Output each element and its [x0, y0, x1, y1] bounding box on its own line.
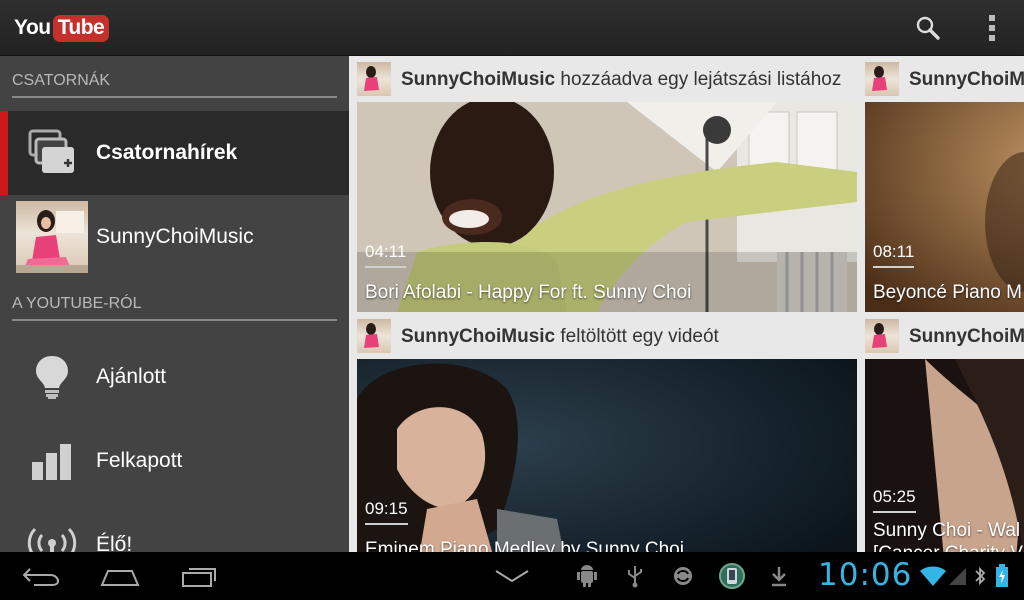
sidebar-item-recommended[interactable]: Ajánlott: [0, 335, 349, 419]
thumbnail-image: [865, 102, 1024, 312]
feed-card[interactable]: SunnyChoiMusic feltöltött egy videót 09:…: [357, 313, 857, 552]
bar-chart-icon: [16, 425, 88, 497]
video-title-line2: [Cancer Charity V: [873, 543, 1023, 552]
feed-card[interactable]: SunnyChoiMusic hozzáadva egy lejátszási …: [357, 56, 857, 312]
video-duration: 09:15: [365, 499, 408, 525]
sidebar-item-label: Felkapott: [96, 449, 183, 472]
thumbnail-image: [357, 359, 857, 552]
activity-action: feltöltött egy videót: [560, 326, 719, 347]
video-thumbnail[interactable]: 08:11 Beyoncé Piano M: [865, 102, 1024, 312]
video-thumbnail[interactable]: 04:11 Bori Afolabi - Happy For ft. Sunny…: [357, 102, 857, 312]
feed-card[interactable]: SunnyChoiMusic 05:25 Sunny Choi - Wal [C…: [865, 313, 1024, 552]
thumbnail-image: [357, 102, 857, 312]
lightbulb-icon: [16, 341, 88, 413]
activity-user[interactable]: SunnyChoiMusic: [401, 326, 555, 347]
broadcast-icon: [16, 509, 88, 552]
wifi-icon: [918, 552, 948, 600]
activity-feed: SunnyChoiMusic hozzáadva egy lejátszási …: [349, 56, 1024, 552]
logo-tube-text: Tube: [52, 14, 110, 42]
sidebar-item-trending[interactable]: Felkapott: [0, 419, 349, 503]
battery-icon: [990, 552, 1014, 600]
system-navigation-bar: 10:06: [0, 552, 1024, 600]
more-vertical-icon: [989, 15, 995, 41]
video-title: Sunny Choi - Wal: [873, 520, 1021, 541]
app-notification-icon: [716, 552, 748, 600]
recent-apps-button[interactable]: [176, 552, 224, 600]
bluetooth-icon: [970, 552, 990, 600]
action-bar: You Tube: [0, 0, 1024, 56]
home-icon: [100, 570, 140, 586]
activity-action: hozzáadva egy lejátszási listához: [560, 69, 842, 90]
video-duration: 08:11: [873, 242, 915, 268]
back-button[interactable]: [16, 552, 64, 600]
video-title: Bori Afolabi - Happy For ft. Sunny Choi: [365, 282, 692, 303]
user-avatar[interactable]: [357, 62, 391, 96]
card-header: SunnyChoiMusic: [865, 56, 1024, 100]
signal-icon: [946, 552, 968, 600]
activity-user[interactable]: SunnyChoiMusic: [909, 69, 1024, 90]
activity-text: SunnyChoiMusic feltöltött egy videót: [401, 326, 719, 348]
channel-feed-icon: [16, 117, 88, 189]
search-button[interactable]: [908, 8, 948, 48]
sidebar-item-sunnychoimusic[interactable]: SunnyChoiMusic: [0, 195, 349, 279]
android-debug-icon: [572, 552, 602, 600]
card-header: SunnyChoiMusic: [865, 313, 1024, 357]
section-header-channels: CSATORNÁK: [12, 72, 337, 98]
clock[interactable]: 10:06: [818, 557, 912, 593]
video-title: Beyoncé Piano M: [873, 282, 1022, 303]
feed-card[interactable]: SunnyChoiMusic 08:11 Beyoncé Piano M: [865, 56, 1024, 312]
sidebar-item-label: SunnyChoiMusic: [96, 225, 254, 248]
search-icon: [916, 16, 940, 40]
activity-user[interactable]: SunnyChoiMusic: [909, 326, 1024, 347]
video-duration: 05:25: [873, 487, 916, 513]
card-header: SunnyChoiMusic hozzáadva egy lejátszási …: [357, 56, 857, 100]
video-thumbnail[interactable]: 09:15 Eminem Piano Medley by Sunny Choi: [357, 359, 857, 552]
user-avatar[interactable]: [865, 62, 899, 96]
sidebar-item-live[interactable]: Élő!: [0, 503, 349, 552]
channel-avatar: [16, 201, 88, 273]
video-duration: 04:11: [365, 242, 407, 268]
sidebar-item-label: Csatornahírek: [96, 141, 238, 164]
video-title: Eminem Piano Medley by Sunny Choi: [365, 539, 684, 552]
activity-text: SunnyChoiMusic: [909, 326, 1024, 348]
chevron-down-icon: [495, 570, 529, 583]
video-thumbnail[interactable]: 05:25 Sunny Choi - Wal [Cancer Charity V: [865, 359, 1024, 552]
navigation-sidebar: CSATORNÁK Csatornahírek SunnyChoiMusic A…: [0, 56, 349, 552]
download-icon: [764, 552, 794, 600]
user-avatar[interactable]: [865, 319, 899, 353]
recent-apps-icon: [182, 568, 216, 587]
sidebar-item-label: Élő!: [96, 533, 133, 552]
sync-icon: [668, 552, 698, 600]
section-header-youtube: A YOUTUBE-RÓL: [12, 295, 337, 321]
card-header: SunnyChoiMusic feltöltött egy videót: [357, 313, 857, 357]
activity-text: SunnyChoiMusic hozzáadva egy lejátszási …: [401, 69, 841, 91]
home-button[interactable]: [96, 552, 144, 600]
back-icon: [22, 568, 60, 586]
selected-indicator: [0, 111, 8, 195]
logo-you-text: You: [14, 16, 51, 39]
hide-keyboard-button[interactable]: [490, 552, 534, 600]
sidebar-item-channel-feed[interactable]: Csatornahírek: [0, 111, 349, 195]
activity-text: SunnyChoiMusic: [909, 69, 1024, 91]
usb-icon: [620, 552, 650, 600]
sidebar-item-label: Ajánlott: [96, 365, 167, 388]
youtube-logo[interactable]: You Tube: [14, 12, 110, 44]
user-avatar[interactable]: [357, 319, 391, 353]
overflow-menu-button[interactable]: [972, 8, 1012, 48]
activity-user[interactable]: SunnyChoiMusic: [401, 69, 555, 90]
